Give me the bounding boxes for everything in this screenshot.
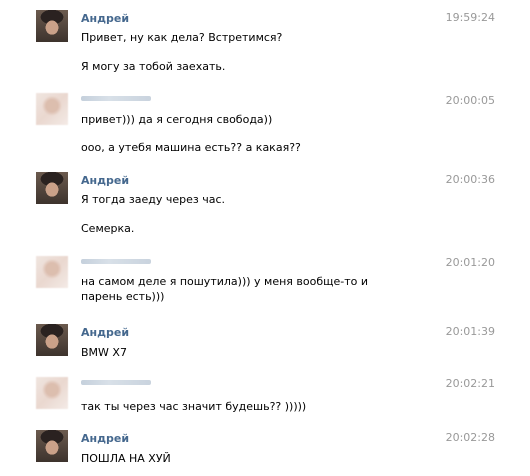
author-name[interactable]: Андрей xyxy=(81,432,129,445)
avatar[interactable] xyxy=(36,93,68,125)
message-text: BMW X7 xyxy=(81,346,127,359)
message-text: ооо, а утебя машина есть?? а какая?? xyxy=(81,141,301,154)
author-name[interactable]: Андрей xyxy=(81,174,129,187)
message-text: Я тогда заеду через час. xyxy=(81,193,226,206)
message-time[interactable]: 20:02:28 xyxy=(446,431,495,444)
message-text: Семерка. xyxy=(81,222,135,235)
avatar[interactable] xyxy=(36,172,68,204)
message-text: на самом деле я пошутила))) у меня вообщ… xyxy=(81,275,369,303)
author-name[interactable]: Андрей xyxy=(81,12,129,25)
message-time[interactable]: 20:00:36 xyxy=(446,173,495,186)
author-name[interactable]: Андрей xyxy=(81,326,129,339)
message-text: Я могу за тобой заехать. xyxy=(81,60,226,73)
message-time[interactable]: 20:01:20 xyxy=(446,256,495,269)
message-text: привет))) да я сегодня свобода)) xyxy=(81,113,273,126)
message-time[interactable]: 20:00:05 xyxy=(446,94,495,107)
message-time[interactable]: 19:59:24 xyxy=(446,11,495,24)
author-name[interactable] xyxy=(81,96,151,101)
message-time[interactable]: 20:01:39 xyxy=(446,325,495,338)
author-name[interactable] xyxy=(81,259,151,264)
avatar[interactable] xyxy=(36,324,68,356)
avatar[interactable] xyxy=(36,256,68,288)
message-time[interactable]: 20:02:21 xyxy=(446,377,495,390)
avatar[interactable] xyxy=(36,10,68,42)
message-text: так ты через час значит будешь?? ))))) xyxy=(81,400,307,413)
avatar[interactable] xyxy=(36,430,68,462)
message-text: ПОШЛА НА ХУЙ xyxy=(81,452,171,465)
author-name[interactable] xyxy=(81,380,151,385)
avatar[interactable] xyxy=(36,377,68,409)
message-text: Привет, ну как дела? Встретимся? xyxy=(81,31,283,44)
